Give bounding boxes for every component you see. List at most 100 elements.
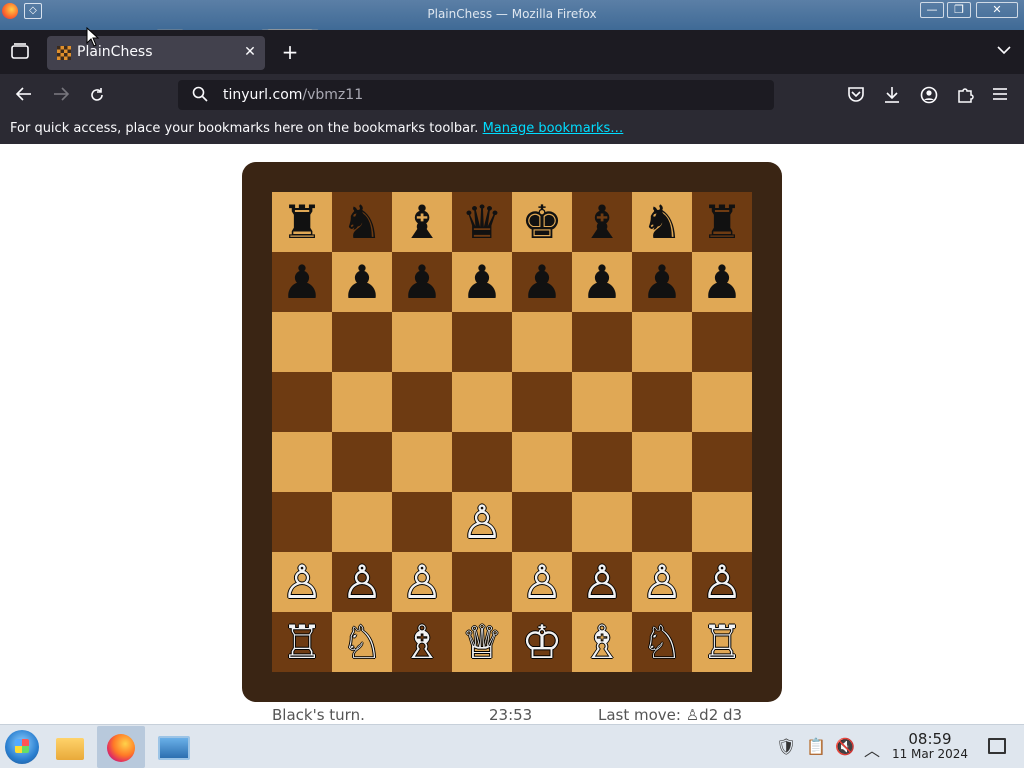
square-d2[interactable]	[452, 552, 512, 612]
black-piece[interactable]: ♛	[461, 199, 502, 245]
downloads-button[interactable]	[882, 86, 902, 104]
square-h5[interactable]	[692, 372, 752, 432]
square-e8[interactable]: ♚	[512, 192, 572, 252]
square-h8[interactable]: ♜	[692, 192, 752, 252]
square-d8[interactable]: ♛	[452, 192, 512, 252]
white-piece[interactable]: ♖	[701, 619, 742, 665]
black-piece[interactable]: ♟	[341, 259, 382, 305]
square-b7[interactable]: ♟	[332, 252, 392, 312]
square-g1[interactable]: ♘	[632, 612, 692, 672]
square-f3[interactable]	[572, 492, 632, 552]
black-piece[interactable]: ♟	[701, 259, 742, 305]
square-b1[interactable]: ♘	[332, 612, 392, 672]
notifications-icon[interactable]	[988, 738, 1006, 754]
square-d5[interactable]	[452, 372, 512, 432]
black-piece[interactable]: ♟	[581, 259, 622, 305]
new-tab-button[interactable]: +	[280, 40, 300, 64]
white-piece[interactable]: ♙	[281, 559, 322, 605]
square-c8[interactable]: ♝	[392, 192, 452, 252]
square-f5[interactable]	[572, 372, 632, 432]
square-d4[interactable]	[452, 432, 512, 492]
network-tray-icon[interactable]: 🛡	[776, 737, 796, 756]
white-piece[interactable]: ♕	[461, 619, 502, 665]
square-g8[interactable]: ♞	[632, 192, 692, 252]
square-b4[interactable]	[332, 432, 392, 492]
square-f8[interactable]: ♝	[572, 192, 632, 252]
maximize-button[interactable]: ❐	[947, 2, 971, 18]
white-piece[interactable]: ♖	[281, 619, 322, 665]
black-piece[interactable]: ♝	[581, 199, 622, 245]
tab-plainchess[interactable]: PlainChess ✕	[47, 36, 265, 70]
black-piece[interactable]: ♞	[641, 199, 682, 245]
black-piece[interactable]: ♟	[641, 259, 682, 305]
taskbar-control-panel[interactable]	[148, 726, 196, 768]
white-piece[interactable]: ♙	[641, 559, 682, 605]
white-piece[interactable]: ♙	[341, 559, 382, 605]
square-e2[interactable]: ♙	[512, 552, 572, 612]
square-b2[interactable]: ♙	[332, 552, 392, 612]
square-h1[interactable]: ♖	[692, 612, 752, 672]
reload-button[interactable]	[87, 86, 107, 104]
black-piece[interactable]: ♞	[341, 199, 382, 245]
square-b8[interactable]: ♞	[332, 192, 392, 252]
white-piece[interactable]: ♙	[461, 499, 502, 545]
square-c7[interactable]: ♟	[392, 252, 452, 312]
square-a1[interactable]: ♖	[272, 612, 332, 672]
white-piece[interactable]: ♙	[521, 559, 562, 605]
square-a7[interactable]: ♟	[272, 252, 332, 312]
square-a5[interactable]	[272, 372, 332, 432]
square-a3[interactable]	[272, 492, 332, 552]
square-g5[interactable]	[632, 372, 692, 432]
square-a2[interactable]: ♙	[272, 552, 332, 612]
square-g3[interactable]	[632, 492, 692, 552]
square-g2[interactable]: ♙	[632, 552, 692, 612]
close-window-button[interactable]: ✕	[976, 2, 1018, 18]
black-piece[interactable]: ♜	[701, 199, 742, 245]
start-button[interactable]	[5, 730, 39, 764]
chess-board[interactable]: ♜ ♞ ♝ ♛ ♚ ♝ ♞ ♜ ♟ ♟ ♟ ♟ ♟ ♟ ♟ ♟ ♙ ♙ ♙ ♙ ♙ ♙ ♙ ♙ ♖ ♘ ♗ ♕ ♔ ♗ ♘ ♖	[272, 192, 752, 672]
black-piece[interactable]: ♝	[401, 199, 442, 245]
square-b6[interactable]	[332, 312, 392, 372]
square-c5[interactable]	[392, 372, 452, 432]
square-h2[interactable]: ♙	[692, 552, 752, 612]
square-c1[interactable]: ♗	[392, 612, 452, 672]
white-piece[interactable]: ♙	[581, 559, 622, 605]
square-e3[interactable]	[512, 492, 572, 552]
white-piece[interactable]: ♙	[401, 559, 442, 605]
square-g4[interactable]	[632, 432, 692, 492]
square-f6[interactable]	[572, 312, 632, 372]
volume-muted-icon[interactable]: 🔇	[835, 737, 855, 756]
square-f1[interactable]: ♗	[572, 612, 632, 672]
account-button[interactable]	[919, 86, 939, 104]
square-a6[interactable]	[272, 312, 332, 372]
url-text[interactable]: tinyurl.com/vbmz11	[223, 87, 363, 103]
address-bar[interactable]: tinyurl.com/vbmz11	[178, 80, 774, 110]
square-h3[interactable]	[692, 492, 752, 552]
firefox-view-button[interactable]	[10, 43, 30, 61]
square-a4[interactable]	[272, 432, 332, 492]
square-e7[interactable]: ♟	[512, 252, 572, 312]
square-b3[interactable]	[332, 492, 392, 552]
square-c3[interactable]	[392, 492, 452, 552]
extensions-button[interactable]	[955, 86, 975, 104]
close-tab-icon[interactable]: ✕	[241, 43, 259, 61]
system-clock[interactable]: 08:59 11 Mar 2024	[888, 731, 972, 761]
square-b5[interactable]	[332, 372, 392, 432]
back-button[interactable]	[14, 86, 34, 104]
square-e1[interactable]: ♔	[512, 612, 572, 672]
square-c4[interactable]	[392, 432, 452, 492]
square-g6[interactable]	[632, 312, 692, 372]
white-piece[interactable]: ♔	[521, 619, 562, 665]
black-piece[interactable]: ♜	[281, 199, 322, 245]
black-piece[interactable]: ♚	[521, 199, 562, 245]
forward-button[interactable]	[51, 86, 71, 104]
black-piece[interactable]: ♟	[521, 259, 562, 305]
square-h4[interactable]	[692, 432, 752, 492]
minimize-button[interactable]: —	[920, 2, 944, 18]
square-d7[interactable]: ♟	[452, 252, 512, 312]
square-e5[interactable]	[512, 372, 572, 432]
square-f4[interactable]	[572, 432, 632, 492]
menu-button[interactable]	[990, 86, 1010, 104]
black-piece[interactable]: ♟	[461, 259, 502, 305]
square-h6[interactable]	[692, 312, 752, 372]
